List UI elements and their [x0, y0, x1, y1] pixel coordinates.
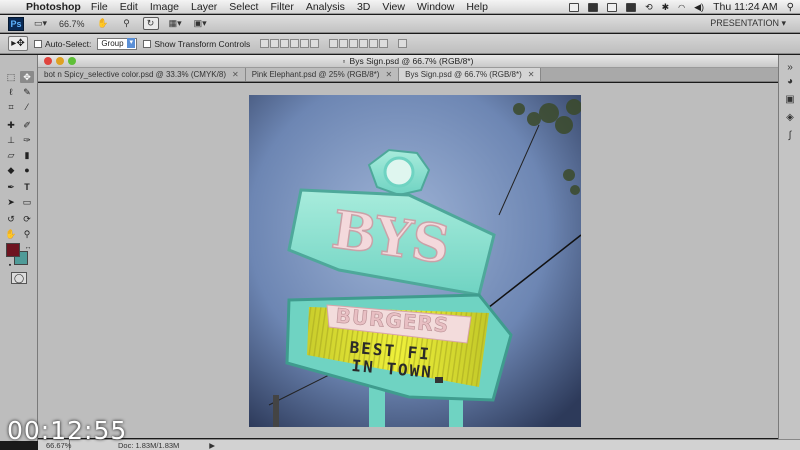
- options-bar: ▸✥ Auto-Select: Group Show Transform Con…: [0, 34, 800, 54]
- app-menu[interactable]: Photoshop: [26, 1, 81, 13]
- path-select-tool-icon[interactable]: ➤: [4, 196, 18, 208]
- document-tabs: bot n Spicy_selective color.psd @ 33.3% …: [38, 68, 778, 82]
- status-icon-2[interactable]: [588, 2, 599, 12]
- 3d-orbit-tool-icon[interactable]: ⟳: [20, 213, 34, 225]
- menu-image[interactable]: Image: [150, 1, 179, 13]
- align-buttons[interactable]: [260, 39, 320, 48]
- status-icon-1[interactable]: [569, 2, 580, 12]
- history-brush-icon[interactable]: ✑: [20, 134, 34, 146]
- show-transform-checkbox[interactable]: Show Transform Controls: [143, 39, 250, 49]
- default-colors-icon[interactable]: ▪: [3, 259, 17, 271]
- menu-filter[interactable]: Filter: [270, 1, 293, 13]
- eraser-tool-icon[interactable]: ▱: [4, 149, 18, 161]
- swap-colors-icon[interactable]: ↔: [21, 241, 35, 253]
- quick-mask-icon[interactable]: ◯: [11, 272, 27, 284]
- adjustments-panel-icon[interactable]: ▣: [783, 93, 797, 106]
- tab-close-icon[interactable]: ✕: [232, 70, 239, 79]
- zoom-tool-icon[interactable]: ⚲: [119, 17, 135, 30]
- minimize-window-button[interactable]: [56, 57, 64, 65]
- bluetooth-icon[interactable]: ✱: [662, 2, 670, 13]
- menu-help[interactable]: Help: [466, 1, 488, 13]
- menu-analysis[interactable]: Analysis: [306, 1, 345, 13]
- status-icon-3[interactable]: [607, 2, 618, 12]
- auto-select-dropdown[interactable]: Group: [97, 37, 138, 50]
- distribute-buttons[interactable]: [329, 39, 389, 48]
- tools-panel: ⬚ ✥ ℓ ✎ ⌗ ⁄ ✚ ✐ ⊥ ✑ ▱ ▮ ◆ ● ✒ T ➤ ▭ ↺ ⟳ …: [0, 55, 38, 441]
- document-icon: ▫: [342, 56, 346, 66]
- dock-collapse-icon[interactable]: »: [783, 61, 797, 74]
- arrange-documents-icon[interactable]: ▦▾: [167, 17, 184, 30]
- move-tool-icon[interactable]: ✥: [20, 71, 34, 83]
- photoshop-logo: Ps: [8, 16, 24, 31]
- video-timecode: 00:12:55: [7, 416, 128, 445]
- workspace-switcher[interactable]: PRESENTATION ▾: [710, 18, 786, 29]
- application-bar: Ps ▭▾ 66.7% ✋ ⚲ ↻ ▦▾ ▣▾ PRESENTATION ▾: [0, 15, 800, 33]
- hand-tool-icon[interactable]: ✋: [4, 228, 18, 240]
- wifi-icon[interactable]: ◠: [678, 3, 685, 12]
- rotate-view-icon[interactable]: ↻: [142, 17, 159, 30]
- quick-select-tool-icon[interactable]: ✎: [20, 86, 34, 98]
- foreground-color-swatch[interactable]: [6, 243, 20, 257]
- document-title: Bys Sign.psd @ 66.7% (RGB/8*): [349, 56, 474, 66]
- menu-select[interactable]: Select: [229, 1, 258, 13]
- eyedropper-tool-icon[interactable]: ⁄: [20, 101, 34, 113]
- time-machine-icon[interactable]: ⟲: [645, 2, 653, 13]
- 3d-rotate-tool-icon[interactable]: ↺: [4, 213, 18, 225]
- marquee-tool-icon[interactable]: ⬚: [4, 71, 18, 83]
- layers-panel-icon[interactable]: ◈: [783, 111, 797, 124]
- mac-menu-bar: Photoshop File Edit Image Layer Select F…: [0, 0, 800, 14]
- status-menu-arrow-icon[interactable]: ▶: [209, 441, 215, 450]
- hand-tool-icon[interactable]: ✋: [95, 17, 111, 30]
- zoom-tool-icon[interactable]: ⚲: [20, 228, 34, 240]
- menu-window[interactable]: Window: [417, 1, 454, 13]
- canvas-area[interactable]: BYS BURGERS BEST FI IN TOWN: [38, 83, 778, 438]
- spotlight-icon[interactable]: ⚲: [787, 2, 794, 13]
- zoom-window-button[interactable]: [68, 57, 76, 65]
- screen-mode-icon[interactable]: ▭▾: [32, 17, 49, 30]
- menu-view[interactable]: View: [382, 1, 405, 13]
- menu-edit[interactable]: Edit: [120, 1, 138, 13]
- tab-close-icon[interactable]: ✕: [528, 70, 535, 79]
- brush-tool-icon[interactable]: ✐: [20, 119, 34, 131]
- tab-pink-elephant[interactable]: Pink Elephant.psd @ 25% (RGB/8*) ✕: [245, 68, 400, 81]
- move-tool-preset-icon[interactable]: ▸✥: [8, 36, 28, 51]
- healing-brush-icon[interactable]: ✚: [4, 119, 18, 131]
- tab-hot-n-spicy[interactable]: bot n Spicy_selective color.psd @ 33.3% …: [38, 68, 246, 81]
- paths-panel-icon[interactable]: ∫: [783, 129, 797, 142]
- auto-align-button[interactable]: [398, 39, 408, 48]
- clone-stamp-icon[interactable]: ⊥: [4, 134, 18, 146]
- screen-mode-dropdown-icon[interactable]: ▣▾: [192, 17, 209, 30]
- type-tool-icon[interactable]: T: [20, 181, 34, 193]
- zoom-level[interactable]: 66.7%: [57, 17, 87, 30]
- blur-tool-icon[interactable]: ◆: [4, 164, 18, 176]
- gradient-tool-icon[interactable]: ▮: [20, 149, 34, 161]
- menu-layer[interactable]: Layer: [191, 1, 217, 13]
- menu-3d[interactable]: 3D: [357, 1, 370, 13]
- dodge-tool-icon[interactable]: ●: [20, 164, 34, 176]
- tab-close-icon[interactable]: ✕: [385, 70, 392, 79]
- crop-tool-icon[interactable]: ⌗: [4, 101, 18, 113]
- lasso-tool-icon[interactable]: ℓ: [4, 86, 18, 98]
- panel-dock: » ◕ ▣ ◈ ∫: [778, 55, 800, 441]
- display-icon[interactable]: [626, 2, 637, 12]
- shape-tool-icon[interactable]: ▭: [20, 196, 34, 208]
- clock[interactable]: Thu 11:24 AM: [713, 1, 778, 13]
- close-window-button[interactable]: [44, 57, 52, 65]
- pen-tool-icon[interactable]: ✒: [4, 181, 18, 193]
- volume-icon[interactable]: ◀): [694, 2, 704, 13]
- menu-file[interactable]: File: [91, 1, 108, 13]
- document-image[interactable]: BYS BURGERS BEST FI IN TOWN: [249, 95, 581, 427]
- document-window-titlebar: ▫ Bys Sign.psd @ 66.7% (RGB/8*): [38, 55, 778, 68]
- status-bar: 66.67% Doc: 1.83M/1.83M ▶: [38, 439, 800, 450]
- tab-bys-sign[interactable]: Bys Sign.psd @ 66.7% (RGB/8*) ✕: [399, 68, 542, 81]
- bys-sign-photo: BYS BURGERS BEST FI IN TOWN: [249, 95, 581, 427]
- auto-select-checkbox[interactable]: Auto-Select:: [34, 39, 91, 49]
- color-panel-icon[interactable]: ◕: [783, 75, 797, 88]
